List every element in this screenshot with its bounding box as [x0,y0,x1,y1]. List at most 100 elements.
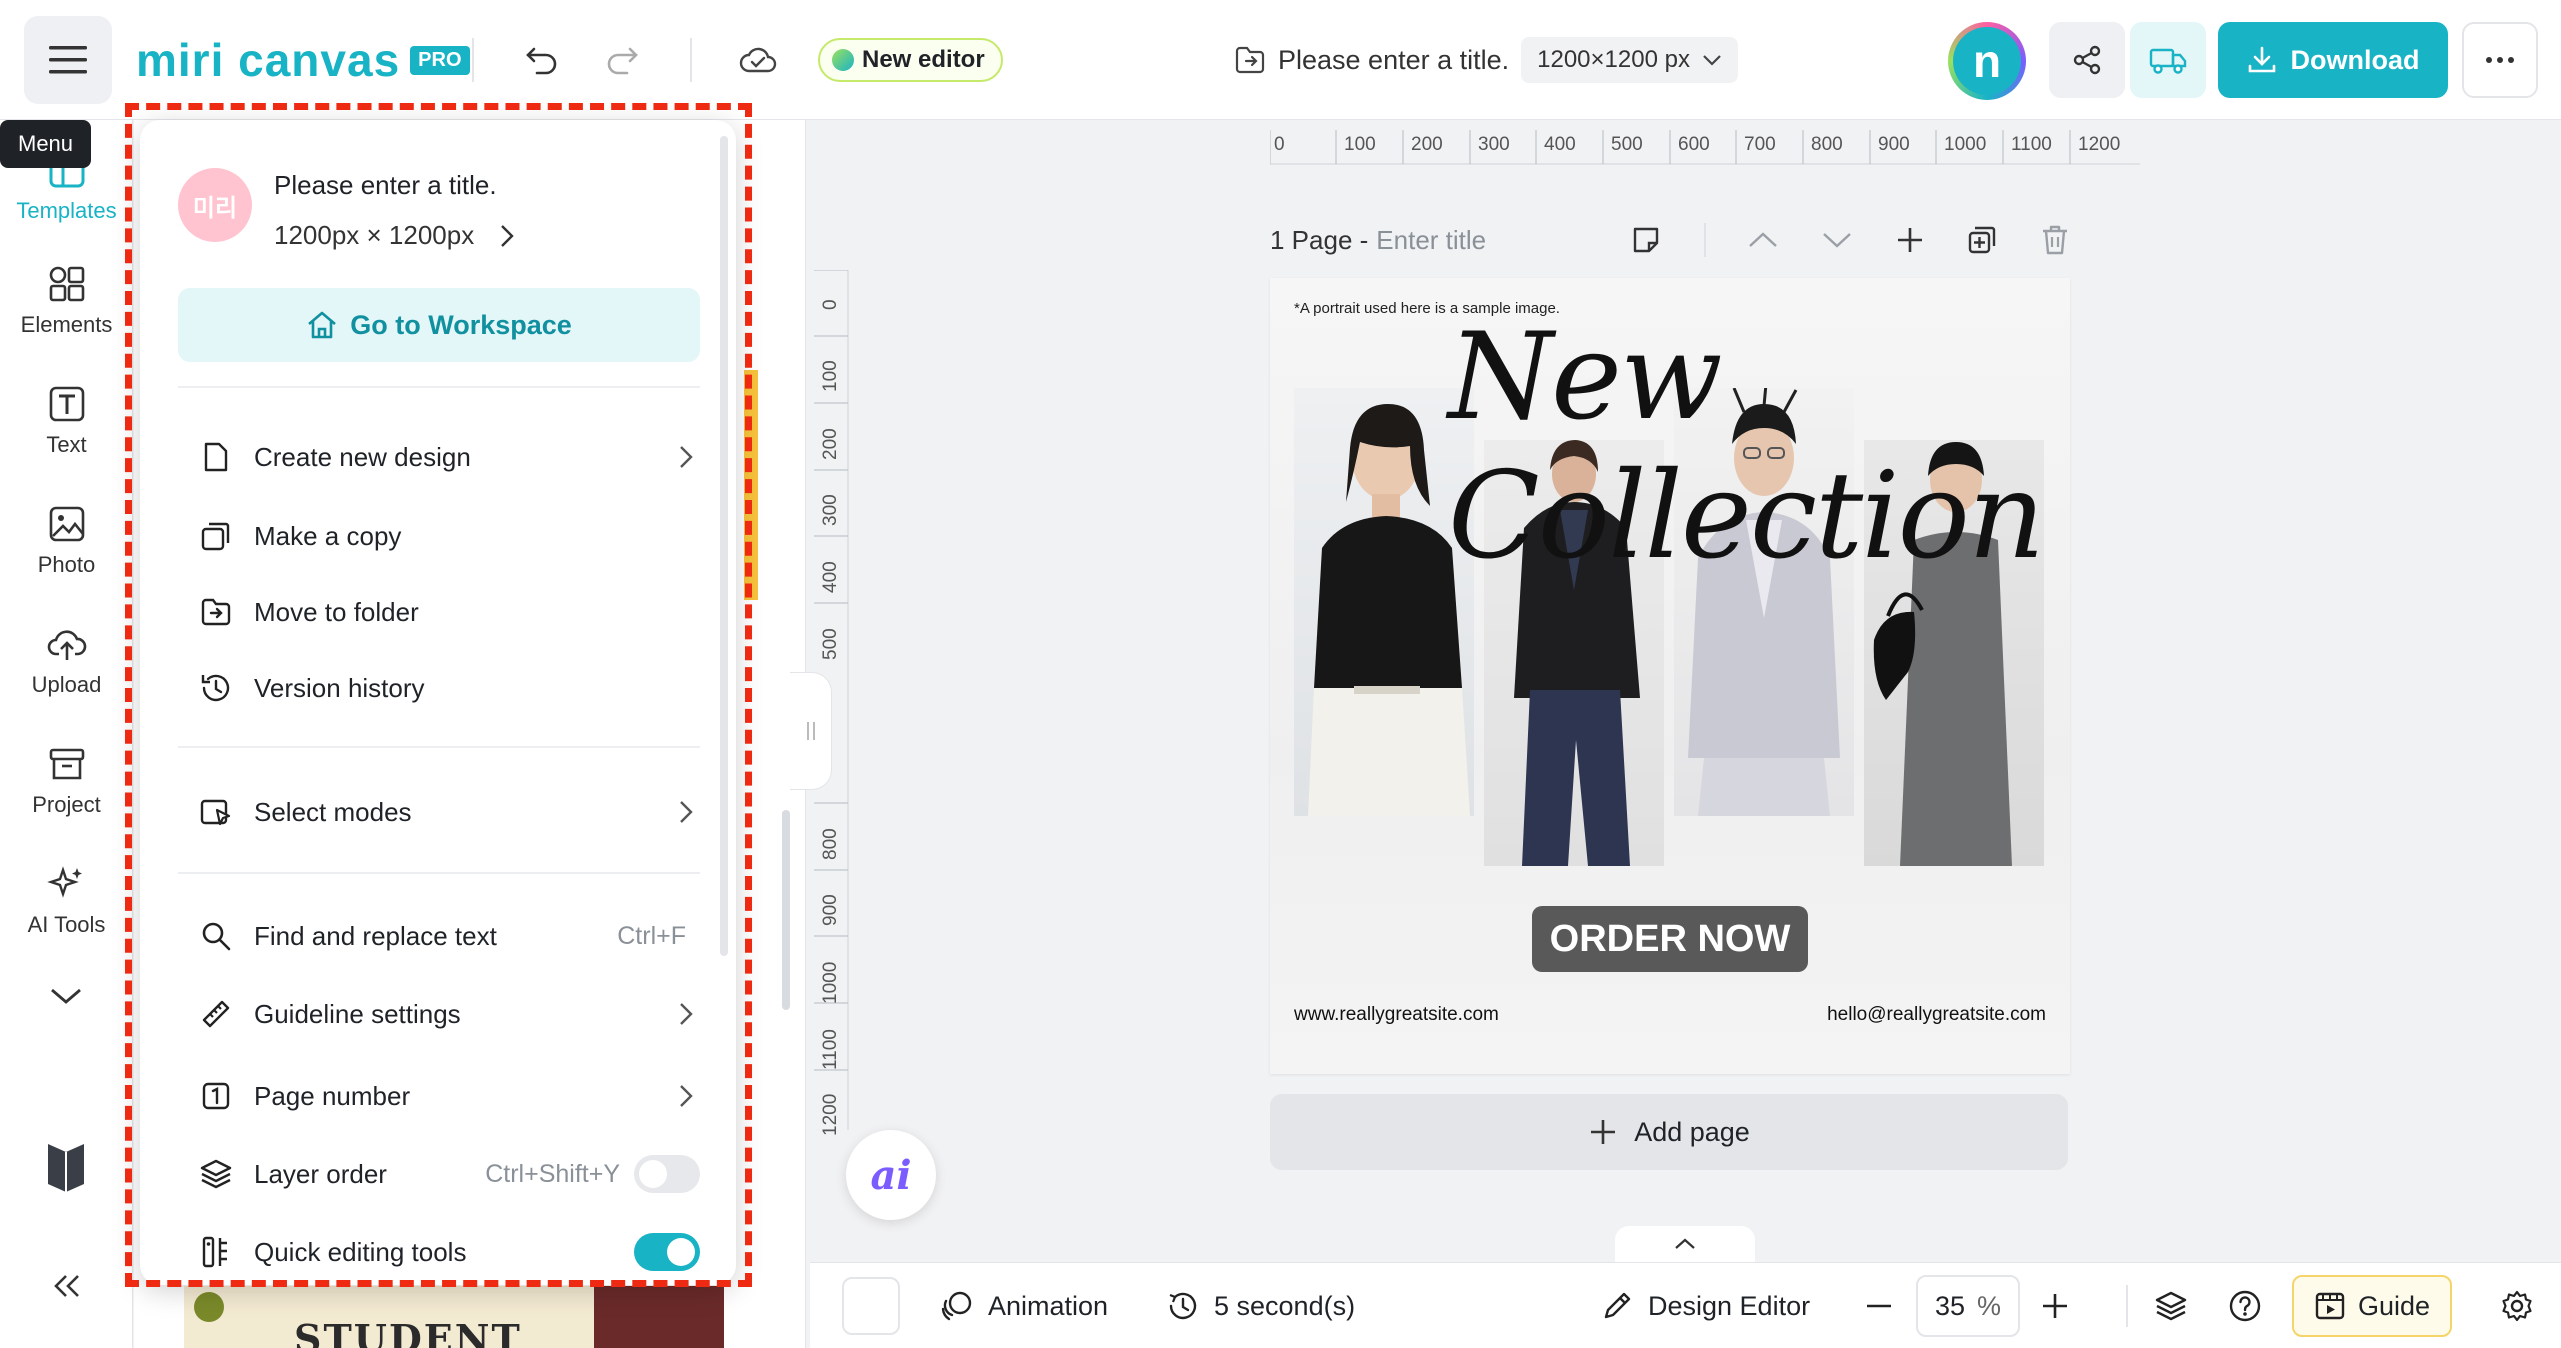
model-photo-1[interactable] [1294,388,1474,816]
menu-item-guideline-settings[interactable]: Guideline settings [196,984,700,1044]
move-page-down-icon[interactable] [1821,230,1853,250]
go-to-workspace-label: Go to Workspace [350,309,572,340]
model-figure [1308,404,1470,816]
background-color-swatch[interactable] [842,1277,900,1335]
zoom-in-button[interactable] [2040,1263,2070,1348]
duration-label: 5 second(s) [1214,1290,1356,1321]
zoom-value: 35 [1934,1290,1966,1321]
menu-item-layer-order[interactable]: Layer order Ctrl+Shift+Y [196,1144,700,1204]
project-icon [49,748,84,780]
sidebar-item-project[interactable]: Project [0,744,133,818]
document-title[interactable]: Please enter a title. [1278,45,1509,76]
cloud-save-button[interactable] [726,28,790,92]
sidebar-item-upload[interactable]: Upload [0,624,133,698]
share-button[interactable] [2049,22,2125,98]
ruler-label: 100 [1344,134,1376,155]
design-canvas[interactable]: *A portrait used here is a sample image. [1270,278,2070,1074]
page-note-icon[interactable] [1630,224,1662,256]
ruler-label: 1100 [2011,134,2052,155]
guide-button[interactable]: Guide [2292,1275,2453,1337]
download-button[interactable]: Download [2218,22,2448,98]
sidebar-item-ai-tools[interactable]: AI Tools [0,864,133,938]
download-label: Download [2290,44,2420,75]
document-avatar: 미리 [178,168,252,242]
menu-item-select-modes[interactable]: Select modes [196,782,700,842]
print-order-button[interactable] [2130,22,2206,98]
go-to-workspace-button[interactable]: Go to Workspace [178,288,700,362]
menu-item-quick-editing-tools[interactable]: Quick editing tools [196,1222,700,1282]
redo-icon [607,47,638,75]
menu-item-create-new-design[interactable]: Create new design [196,427,700,487]
toggle-knob [667,1238,695,1266]
size-selector[interactable]: 1200×1200 px [1521,37,1738,83]
menu-doc-size[interactable]: 1200px × 1200px [274,220,514,251]
share-icon [2073,45,2101,75]
document-title-area[interactable]: Please enter a title. 1200×1200 px [1234,34,1738,86]
add-page-button[interactable]: Add page [1270,1094,2068,1170]
help-button[interactable] [2228,1263,2262,1348]
sidebar-item-label: Elements [20,312,113,337]
undo-icon [526,47,557,75]
move-page-up-icon[interactable] [1747,230,1779,250]
settings-button[interactable] [2500,1263,2534,1348]
sidebar-item-text[interactable]: Text [0,384,133,458]
delete-page-icon[interactable] [2040,224,2070,256]
zoom-input[interactable]: 35 % [1916,1275,2020,1337]
menu-button[interactable] [24,16,112,104]
layer-order-toggle[interactable] [634,1155,700,1193]
script-headline[interactable]: New Collection [1448,308,2070,586]
animation-button[interactable]: Animation [940,1263,1108,1348]
new-editor-icon [832,49,854,71]
ai-assistant-button[interactable]: ai [846,1130,936,1220]
add-page-label: Add page [1634,1116,1750,1147]
template-thumb-accent [744,370,758,600]
layers-button[interactable] [2154,1263,2188,1348]
app-logo[interactable]: miri canvas PRO [136,32,470,88]
sidebar-item-elements[interactable]: Elements [0,264,133,338]
collapse-sidebar-button[interactable] [50,1272,82,1300]
guide-video-icon [2315,1292,2345,1320]
menu-scrollbar[interactable] [720,136,728,956]
ruler-label: 1200 [820,1093,841,1136]
double-chevron-left-icon [54,1275,79,1297]
menu-item-find-and-replace-text[interactable]: Find and replace text Ctrl+F [196,906,700,966]
panel-scrollbar[interactable] [782,810,790,1010]
chevron-down-icon [51,988,81,1004]
sidebar-item-photo[interactable]: Photo [0,504,133,578]
duration-button[interactable]: 5 second(s) [1166,1263,1355,1348]
new-editor-label: New editor [862,46,985,73]
template-thumbnail[interactable] [594,1286,724,1348]
menu-item-page-number[interactable]: Page number [196,1066,700,1126]
chevron-right-icon [501,224,514,247]
zoom-out-button[interactable] [1864,1263,1894,1348]
brand-mark[interactable] [44,1140,88,1194]
duplicate-page-icon[interactable] [1966,224,1998,256]
ruler-label: 400 [1544,134,1576,155]
page-title-input[interactable]: Enter title [1376,225,1486,256]
menu-item-make-a-copy[interactable]: Make a copy [196,506,700,566]
template-thumbnail[interactable]: STUDENT [184,1286,594,1348]
ruler-label: 600 [1678,134,1710,155]
design-editor-button[interactable]: Design Editor [1600,1263,1810,1348]
panel-resize-handle[interactable] [790,672,832,790]
animation-icon [941,1291,972,1321]
quick-editing-tools-toggle[interactable] [634,1233,700,1271]
bottom-panel-toggle[interactable] [1615,1226,1755,1262]
layers-icon [200,1159,232,1189]
redo-button[interactable] [590,28,654,92]
website-text[interactable]: www.reallygreatsite.com [1294,1004,1499,1026]
undo-button[interactable] [510,28,574,92]
ruler-label: 100 [820,360,841,392]
order-now-button[interactable]: ORDER NOW [1532,906,1808,972]
more-options-button[interactable] [2462,22,2538,98]
ruler-label: 400 [820,561,841,593]
chevron-right-icon [680,446,693,468]
new-editor-badge[interactable]: New editor [818,38,1003,82]
menu-item-move-to-folder[interactable]: Move to folder [196,582,700,642]
add-page-icon[interactable] [1895,225,1925,255]
sidebar-more-button[interactable] [48,986,84,1006]
select-mode-icon [200,799,231,826]
user-avatar[interactable]: n [1948,22,2026,100]
email-text[interactable]: hello@reallygreatsite.com [1827,1004,2046,1026]
menu-item-version-history[interactable]: Version history [196,658,700,718]
